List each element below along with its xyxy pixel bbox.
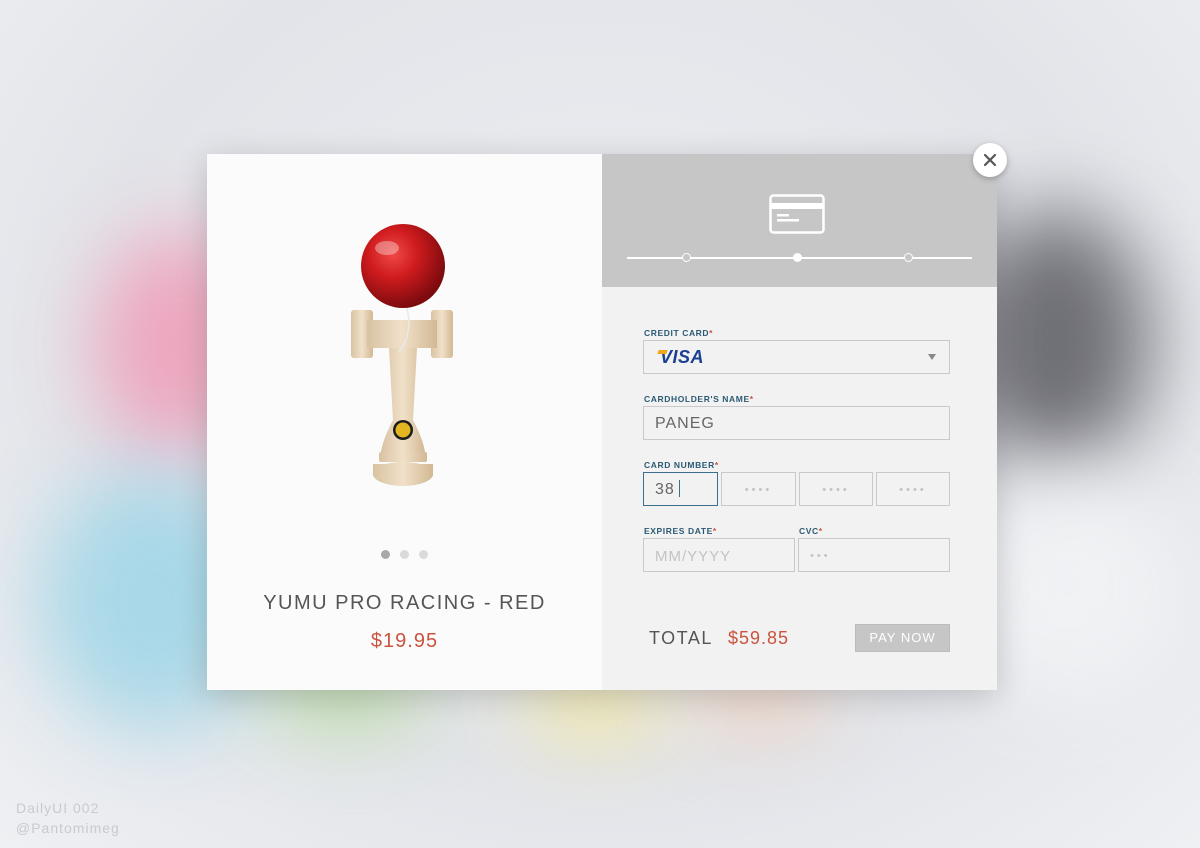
cvc-placeholder: ••• <box>810 550 831 562</box>
expires-date-label: EXPIRES DATE* <box>644 526 717 536</box>
card-number-label: CARD NUMBER* <box>644 460 719 470</box>
credit-card-icon <box>769 194 825 234</box>
checkout-modal: YUMU PRO RACING - RED $19.95 CREDIT CARD… <box>207 154 997 690</box>
card-number-input-2[interactable]: •••• <box>721 472 796 506</box>
card-number-value: 38 <box>655 481 675 498</box>
step-indicator <box>904 253 913 262</box>
product-name: YUMU PRO RACING - RED <box>263 592 546 614</box>
product-price: $19.95 <box>370 630 439 652</box>
card-number-input-3[interactable]: •••• <box>799 472 873 506</box>
carousel-dot[interactable] <box>419 550 428 559</box>
close-icon <box>983 153 997 167</box>
progress-steps <box>627 252 972 264</box>
total-value: $59.85 <box>728 628 790 648</box>
carousel-dot[interactable] <box>381 550 390 559</box>
card-number-input-4[interactable]: •••• <box>876 472 950 506</box>
credit-card-select[interactable]: VISA <box>643 340 950 374</box>
cardholder-name-value: PANEG <box>655 415 715 432</box>
step-indicator <box>682 253 691 262</box>
credit-line-2: @Pantomimeg <box>16 820 120 836</box>
total-label: TOTAL <box>649 628 713 648</box>
payment-header <box>602 154 997 287</box>
chevron-down-icon <box>928 354 936 360</box>
card-number-input-1[interactable]: 38 <box>643 472 718 506</box>
payment-panel: CREDIT CARD* VISA CARDHOLDER'S NAME* PAN… <box>602 154 997 690</box>
cardholder-name-input[interactable]: PANEG <box>643 406 950 440</box>
kendama-product-image <box>351 224 453 486</box>
visa-logo: VISA <box>660 347 705 367</box>
product-panel: YUMU PRO RACING - RED $19.95 <box>207 154 602 690</box>
masked-digits: •••• <box>822 484 850 496</box>
expires-date-input[interactable]: MM/YYYY <box>643 538 795 572</box>
masked-digits: •••• <box>899 484 927 496</box>
image-carousel-dots <box>381 550 428 559</box>
cvc-input[interactable]: ••• <box>798 538 950 572</box>
step-indicator-active <box>793 253 802 262</box>
expires-date-placeholder: MM/YYYY <box>655 548 732 565</box>
masked-digits: •••• <box>744 484 773 496</box>
cvc-label: CVC* <box>799 526 823 536</box>
credit-line-1: DailyUI 002 <box>16 800 100 816</box>
carousel-dot[interactable] <box>400 550 409 559</box>
credit-card-label: CREDIT CARD* <box>644 328 714 338</box>
pay-now-button[interactable]: PAY NOW <box>855 624 950 652</box>
close-button[interactable] <box>973 143 1007 177</box>
text-cursor <box>678 480 680 497</box>
cardholder-label: CARDHOLDER'S NAME* <box>644 394 754 404</box>
